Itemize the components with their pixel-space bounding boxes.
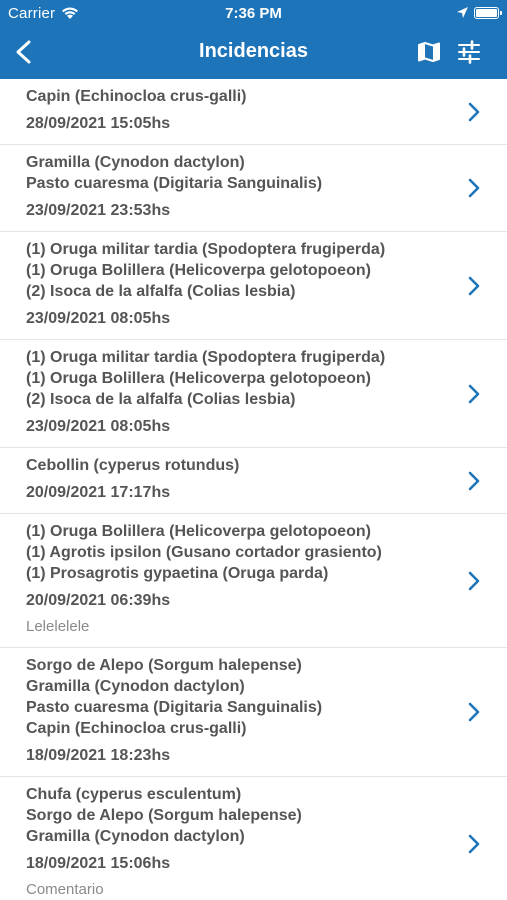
species-line: (1) Oruga Bolillera (Helicoverpa gelotop…: [26, 370, 371, 387]
species-line: Chufa (cyperus esculentum): [26, 786, 242, 803]
species-line: (1) Oruga militar tardia (Spodoptera fru…: [26, 241, 386, 258]
chevron-right-icon: [468, 702, 480, 722]
incident-row[interactable]: (1) Oruga militar tardia (Spodoptera fru…: [0, 232, 507, 340]
incident-date: 18/09/2021 15:06hs: [26, 855, 171, 872]
incident-species: Cebollin (cyperus rotundus): [26, 455, 447, 476]
chevron-right-icon: [468, 571, 480, 590]
incident-date: 20/09/2021 17:17hs: [26, 484, 171, 501]
chevron-right-icon: [468, 178, 480, 198]
battery-icon: [474, 7, 502, 19]
incident-species: Gramilla (Cynodon dactylon) Pasto cuaresm…: [26, 152, 447, 194]
status-bar: Carrier 7:36 PM: [0, 0, 507, 27]
incident-date: 23/09/2021 08:05hs: [26, 310, 171, 327]
species-line: Sorgo de Alepo (Sorgum halepense): [26, 657, 302, 674]
species-line: (2) Isoca de la alfalfa (Colias lesbia): [26, 283, 296, 300]
incident-species: Sorgo de Alepo (Sorgum halepense) Gramill…: [26, 655, 447, 739]
incident-species: Chufa (cyperus esculentum) Sorgo de Alepo…: [26, 784, 447, 847]
species-line: Cebollin (cyperus rotundus): [26, 457, 240, 474]
incident-row[interactable]: (1) Oruga militar tardia (Spodoptera fru…: [0, 340, 507, 448]
incident-date: 18/09/2021 18:23hs: [26, 747, 171, 764]
species-line: (2) Isoca de la alfalfa (Colias lesbia): [26, 391, 296, 408]
header: Carrier 7:36 PM Incidencias: [0, 0, 507, 79]
incident-date: 20/09/2021 06:39hs: [26, 592, 171, 609]
species-line: (1) Oruga militar tardia (Spodoptera fru…: [26, 349, 386, 366]
navigation-bar: Incidencias: [0, 27, 507, 79]
chevron-right-icon: [468, 276, 480, 295]
map-icon[interactable]: [417, 40, 441, 64]
incident-species: (1) Oruga militar tardia (Spodoptera fru…: [26, 239, 447, 302]
species-line: Gramilla (Cynodon dactylon): [26, 828, 245, 845]
incident-date: 23/09/2021 08:05hs: [26, 418, 171, 435]
chevron-right-icon: [468, 834, 480, 853]
clock: 7:36 PM: [225, 5, 282, 22]
incident-date: 23/09/2021 23:53hs: [26, 202, 171, 219]
incident-row[interactable]: (1) Oruga Bolillera (Helicoverpa gelotop…: [0, 514, 507, 648]
incident-species: (1) Oruga Bolillera (Helicoverpa gelotop…: [26, 521, 447, 584]
species-line: (1) Agrotis ipsilon (Gusano cortador gra…: [26, 544, 382, 561]
incident-row[interactable]: Chufa (cyperus esculentum) Sorgo de Alepo…: [0, 777, 507, 900]
incident-species: Capin (Echinocloa crus-galli): [26, 86, 447, 107]
species-line: Pasto cuaresma (Digitaria Sanguinalis): [26, 699, 323, 716]
location-arrow-icon: [457, 7, 468, 18]
incident-comment: Lelelelele: [26, 618, 90, 635]
species-line: (1) Oruga Bolillera (Helicoverpa gelotop…: [26, 523, 371, 540]
incident-row[interactable]: Cebollin (cyperus rotundus) 20/09/2021 1…: [0, 448, 507, 514]
species-line: Gramilla (Cynodon dactylon): [26, 678, 245, 695]
incident-list: Capin (Echinocloa crus-galli) 28/09/2021…: [0, 79, 507, 900]
incident-row[interactable]: Sorgo de Alepo (Sorgum halepense) Gramill…: [0, 648, 507, 777]
species-line: (1) Oruga Bolillera (Helicoverpa gelotop…: [26, 262, 371, 279]
incident-date: 28/09/2021 15:05hs: [26, 115, 171, 132]
incident-row[interactable]: Capin (Echinocloa crus-galli) 28/09/2021…: [0, 79, 507, 145]
species-line: Gramilla (Cynodon dactylon): [26, 154, 245, 171]
incident-row[interactable]: Gramilla (Cynodon dactylon) Pasto cuaresm…: [0, 145, 507, 232]
chevron-right-icon: [468, 102, 480, 121]
incident-comment: Comentario: [26, 881, 104, 898]
species-line: Sorgo de Alepo (Sorgum halepense): [26, 807, 302, 824]
filter-sliders-icon[interactable]: [457, 40, 481, 64]
chevron-right-icon: [468, 471, 480, 490]
species-line: Capin (Echinocloa crus-galli): [26, 720, 247, 737]
species-line: Pasto cuaresma (Digitaria Sanguinalis): [26, 175, 323, 192]
chevron-right-icon: [468, 384, 480, 403]
species-line: (1) Prosagrotis gypaetina (Oruga parda): [26, 565, 329, 582]
species-line: Capin (Echinocloa crus-galli): [26, 88, 247, 105]
incident-species: (1) Oruga militar tardia (Spodoptera fru…: [26, 347, 447, 410]
